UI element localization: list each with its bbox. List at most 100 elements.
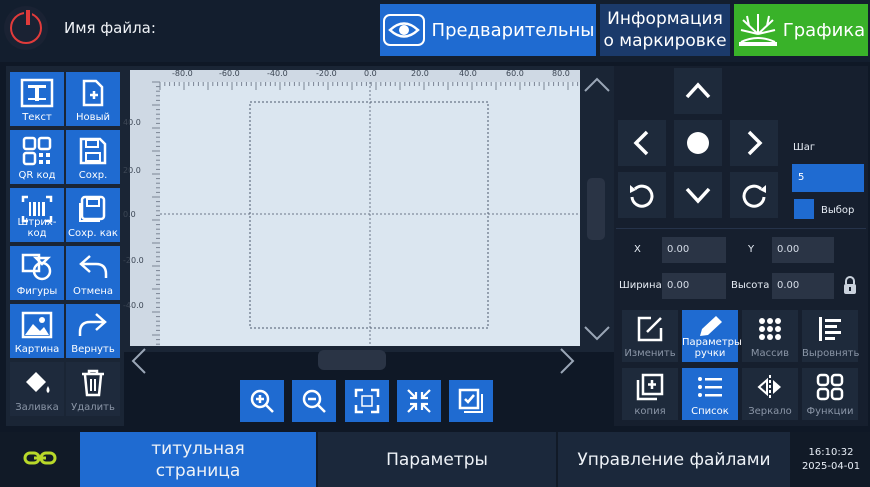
y-position-field[interactable]: 0.00 xyxy=(772,237,834,263)
new-file-label: Новый xyxy=(76,112,110,123)
scroll-up-button[interactable] xyxy=(582,72,612,98)
clock-time: 16:10:32 xyxy=(808,446,854,458)
qr-code-tool-button[interactable]: QR код xyxy=(10,130,64,184)
qr-code-icon xyxy=(22,136,52,166)
pen-parameters-button[interactable]: Параметры ручки xyxy=(682,310,742,362)
mirror-button[interactable]: Зеркало xyxy=(742,368,798,420)
save-as-label: Сохр. как xyxy=(68,228,118,239)
arrow-left-icon xyxy=(633,130,649,156)
scroll-right-button[interactable] xyxy=(556,346,578,376)
preview-button[interactable]: Предварительны xyxy=(380,4,596,56)
step-input[interactable]: 5 xyxy=(792,164,864,192)
save-as-button[interactable]: Сохр. как xyxy=(66,188,120,242)
tab-home-line2: страница xyxy=(155,460,241,481)
tab-file-management[interactable]: Управление файлами xyxy=(558,432,790,487)
width-field[interactable]: 0.00 xyxy=(662,273,726,299)
array-button[interactable]: Массив xyxy=(742,310,798,362)
redo-label: Вернуть xyxy=(71,344,115,355)
center-button[interactable] xyxy=(674,120,722,166)
tab-home[interactable]: титульная страница xyxy=(80,432,316,487)
select-checkbox[interactable] xyxy=(794,199,814,219)
pen-parameters-label-2: ручки xyxy=(694,348,726,359)
power-button[interactable] xyxy=(4,6,48,50)
move-down-button[interactable] xyxy=(674,172,722,218)
edit-icon xyxy=(637,316,663,342)
array-icon xyxy=(759,318,781,340)
marking-info-line1: Информация xyxy=(607,9,723,29)
select-label: Выбор xyxy=(821,205,855,216)
zoom-out-button[interactable] xyxy=(292,380,336,422)
zoom-in-button[interactable] xyxy=(240,380,284,422)
copy-button[interactable]: копия xyxy=(622,368,678,420)
vertical-ruler: 40.0 20.0 0.0 -20.0 -40.0 xyxy=(123,70,160,346)
fill-label: Заливка xyxy=(15,402,59,413)
vertical-scrollbar-thumb[interactable] xyxy=(587,178,605,240)
graphics-button[interactable]: Графика xyxy=(734,4,868,56)
lock-icon xyxy=(844,276,856,294)
save-button[interactable]: Сохр. xyxy=(66,130,120,184)
delete-icon xyxy=(82,369,104,397)
fit-to-screen-button[interactable] xyxy=(345,380,389,422)
align-icon xyxy=(819,317,841,341)
horizontal-scrollbar-thumb[interactable] xyxy=(318,350,386,370)
save-label: Сохр. xyxy=(78,170,108,181)
ruler-x-label: 20.0 xyxy=(411,69,429,78)
chevron-up-icon xyxy=(584,77,610,92)
functions-label: Функции xyxy=(806,406,854,417)
fill-tool-button[interactable]: Заливка xyxy=(10,362,64,416)
shapes-icon xyxy=(21,253,52,281)
copy-icon xyxy=(636,373,664,401)
scroll-down-button[interactable] xyxy=(582,320,612,346)
drawing-canvas[interactable] xyxy=(130,70,580,346)
list-icon xyxy=(698,377,722,397)
ruler-x-label: 0.0 xyxy=(364,69,377,78)
align-button[interactable]: Выровнять xyxy=(802,310,859,362)
shapes-tool-button[interactable]: Фигуры xyxy=(10,246,64,300)
barcode-label: Штрих-код xyxy=(17,217,57,239)
ruler-y-label: 20.0 xyxy=(123,166,141,175)
lock-aspect-button[interactable] xyxy=(842,275,858,295)
move-left-button[interactable] xyxy=(618,120,666,166)
qr-code-label: QR код xyxy=(18,170,56,181)
image-tool-button[interactable]: Картина xyxy=(10,304,64,358)
new-file-button[interactable]: Новый xyxy=(66,72,120,126)
ruler-y-label: -40.0 xyxy=(123,301,144,310)
rotate-left-icon xyxy=(630,184,654,208)
barcode-tool-button[interactable]: Штрих-код xyxy=(10,188,64,242)
tab-parameters-label: Параметры xyxy=(386,449,488,470)
delete-button[interactable]: Удалить xyxy=(66,362,120,416)
rotate-left-button[interactable] xyxy=(618,172,666,218)
text-tool-label: Текст xyxy=(22,112,52,123)
text-tool-button[interactable]: Текст xyxy=(10,72,64,126)
canvas-grid xyxy=(130,70,580,346)
move-up-button[interactable] xyxy=(674,68,722,114)
ruler-x-label: -20.0 xyxy=(316,69,337,78)
graphics-label: Графика xyxy=(782,19,866,41)
graphics-laser-icon xyxy=(738,14,777,46)
eye-icon xyxy=(382,14,425,46)
functions-button[interactable]: Функции xyxy=(802,368,858,420)
edit-button[interactable]: Изменить xyxy=(622,310,678,362)
array-label: Массив xyxy=(750,348,790,359)
move-right-button[interactable] xyxy=(730,120,778,166)
ruler-x-label: -40.0 xyxy=(267,69,288,78)
ruler-y-label: 0.0 xyxy=(123,210,136,219)
x-position-field[interactable]: 0.00 xyxy=(662,237,726,263)
marking-info-line2: о маркировке xyxy=(603,31,727,51)
tab-parameters[interactable]: Параметры xyxy=(318,432,556,487)
scroll-left-button[interactable] xyxy=(128,346,150,376)
undo-button[interactable]: Отмена xyxy=(66,246,120,300)
marking-info-button[interactable]: Информация о маркировке xyxy=(600,4,730,56)
mirror-label: Зеркало xyxy=(748,406,792,417)
chevron-down-icon xyxy=(584,326,610,341)
pen-parameters-label-1: Параметры xyxy=(682,337,742,348)
fit-selection-button[interactable] xyxy=(397,380,441,422)
redo-button[interactable]: Вернуть xyxy=(66,304,120,358)
rotate-right-button[interactable] xyxy=(730,172,778,218)
height-field[interactable]: 0.00 xyxy=(772,273,834,299)
y-label: Y xyxy=(748,244,755,255)
pen-parameters-label: Параметры ручки xyxy=(682,337,742,359)
select-all-button[interactable] xyxy=(449,380,493,422)
connection-status[interactable] xyxy=(22,448,58,468)
list-button[interactable]: Список xyxy=(682,368,738,420)
